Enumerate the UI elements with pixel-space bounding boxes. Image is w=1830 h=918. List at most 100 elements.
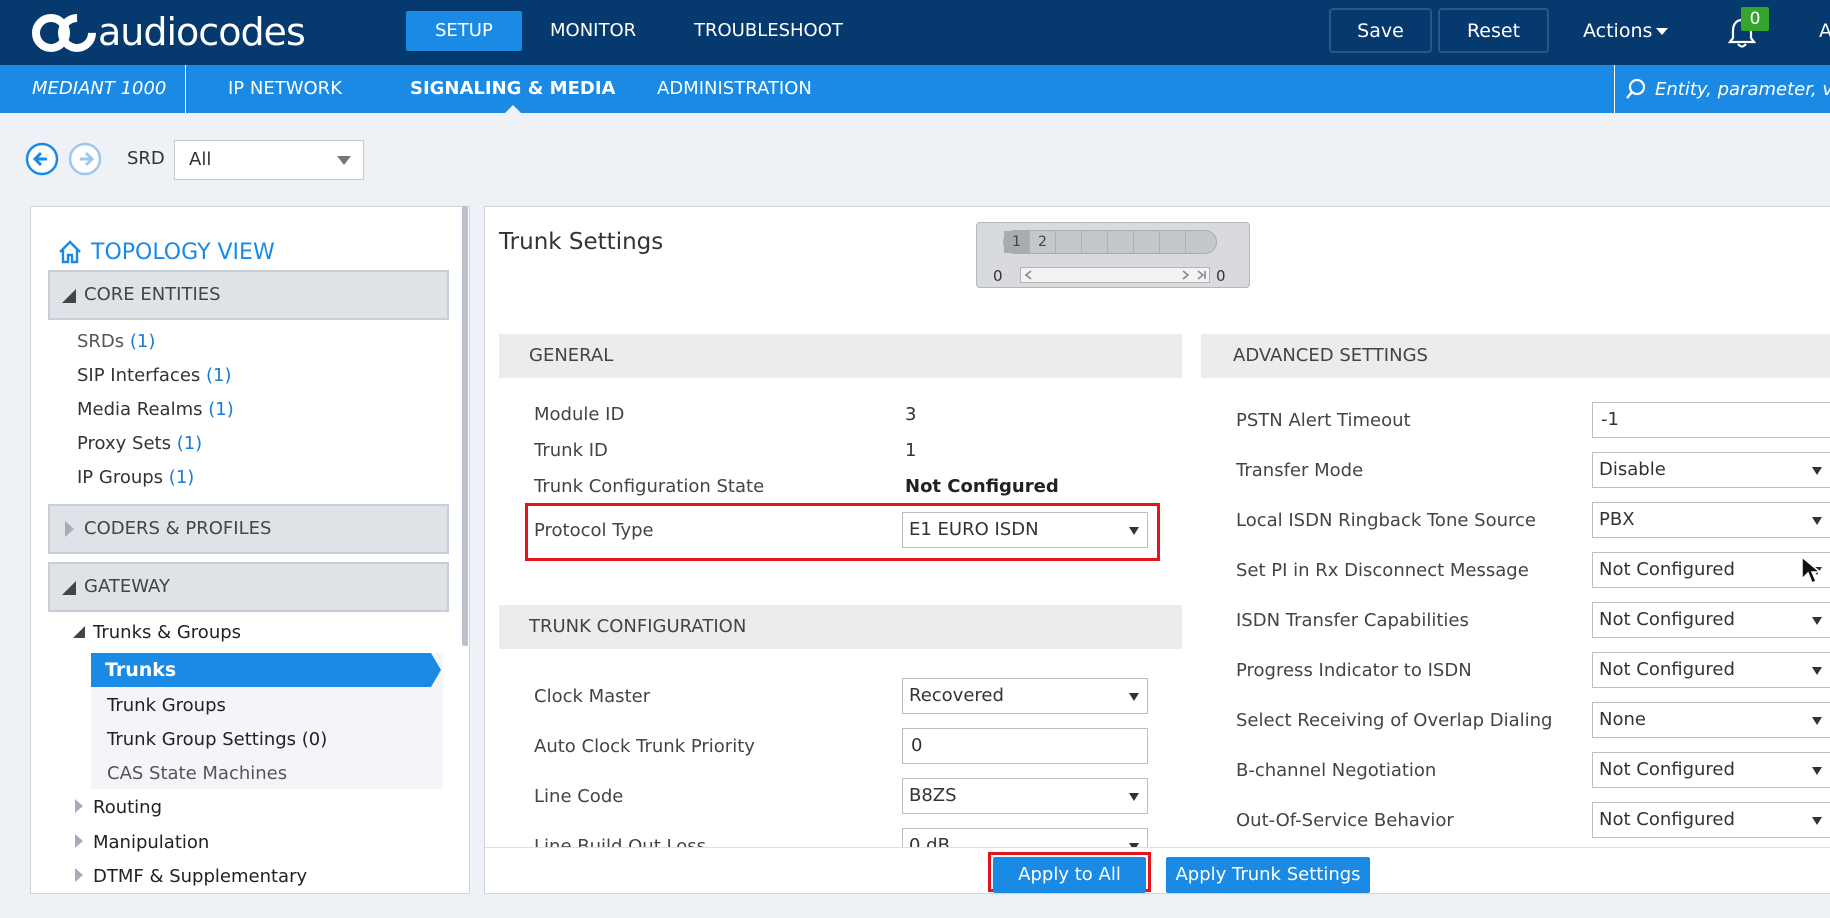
expanded-triangle-icon (62, 289, 76, 303)
tree-item-label: Proxy Sets (77, 433, 171, 454)
srd-label: SRD (127, 148, 165, 169)
tree-item-dtmf-supplementary[interactable]: DTMF & Supplementary (75, 866, 307, 887)
tree-item-count: (1) (168, 467, 195, 488)
dropdown-arrow-icon (1129, 793, 1139, 801)
overlap-dialing-select[interactable]: None (1592, 702, 1830, 738)
tree-item-srds[interactable]: SRDs (1) (77, 331, 155, 352)
clock-master-select[interactable]: Recovered (902, 678, 1148, 714)
dropdown-arrow-icon (1812, 617, 1822, 625)
trunk-cell[interactable] (1056, 231, 1082, 253)
tree-item-ip-groups[interactable]: IP Groups (1) (77, 467, 194, 488)
search-box (1614, 65, 1830, 113)
back-arrow-icon[interactable] (25, 142, 59, 176)
srd-select[interactable]: All (174, 140, 364, 180)
tab-signaling-media[interactable]: SIGNALING & MEDIA (410, 65, 615, 114)
line-code-select[interactable]: B8ZS (902, 778, 1148, 814)
tree-item-trunks-groups[interactable]: Trunks & Groups (73, 622, 241, 643)
advanced-settings-section-header: ADVANCED SETTINGS (1201, 334, 1830, 378)
general-section-header: GENERAL (499, 334, 1182, 378)
save-button[interactable]: Save (1329, 8, 1432, 53)
scroll-right-icon[interactable] (1179, 270, 1191, 280)
apply-to-all-trunks-button[interactable]: Apply to All Trunks (993, 857, 1146, 893)
tree-item-trunk-group-settings[interactable]: Trunk Group Settings (0) (107, 729, 327, 750)
dropdown-arrow-icon (337, 156, 351, 165)
tab-setup[interactable]: SETUP (406, 11, 522, 51)
b-channel-negotiation-label: B-channel Negotiation (1236, 760, 1437, 781)
tree-item-manipulation[interactable]: Manipulation (75, 832, 209, 853)
tab-troubleshoot[interactable]: TROUBLESHOOT (665, 11, 872, 51)
apply-trunk-settings-button[interactable]: Apply Trunk Settings (1166, 857, 1370, 893)
pstn-alert-timeout-input[interactable]: -1 (1592, 402, 1830, 438)
srd-select-value: All (189, 149, 212, 170)
trunk-scrollbar[interactable] (1020, 267, 1210, 283)
tree-item-count: (1) (176, 433, 203, 454)
out-of-service-select[interactable]: Not Configured (1592, 802, 1830, 838)
collapsed-triangle-icon (65, 521, 74, 537)
transfer-mode-label: Transfer Mode (1236, 460, 1364, 481)
tree-item-routing[interactable]: Routing (75, 797, 162, 818)
logo-mark-icon (32, 6, 104, 60)
trunk-cell[interactable] (1160, 231, 1186, 253)
actions-menu[interactable]: Actions (1583, 20, 1669, 42)
ringback-tone-source-select[interactable]: PBX (1592, 502, 1830, 538)
set-pi-disconnect-select[interactable]: Not Configured (1592, 552, 1830, 588)
section-gateway[interactable]: GATEWAY (48, 562, 449, 612)
clock-master-label: Clock Master (534, 686, 651, 707)
section-label: GATEWAY (84, 576, 170, 597)
topology-view-link[interactable]: TOPOLOGY VIEW (57, 239, 275, 265)
tree-item-count: (1) (208, 399, 234, 420)
trunk-config-state-value: Not Configured (905, 476, 1059, 497)
trunk-cell[interactable] (1186, 231, 1212, 253)
line-code-label: Line Code (534, 786, 624, 807)
device-name[interactable]: MEDIANT 1000 (0, 65, 186, 113)
trunk-cell[interactable]: 2 (1030, 231, 1056, 253)
section-coders-profiles[interactable]: CODERS & PROFILES (48, 504, 449, 554)
tree-item-trunk-groups[interactable]: Trunk Groups (107, 695, 226, 716)
tab-ip-network[interactable]: IP NETWORK (228, 65, 342, 113)
scroll-left-icon[interactable] (1023, 270, 1035, 280)
tab-monitor[interactable]: MONITOR (521, 11, 665, 51)
section-label: CODERS & PROFILES (84, 518, 272, 539)
home-icon (59, 240, 81, 264)
forward-arrow-icon[interactable] (68, 142, 102, 176)
reset-button[interactable]: Reset (1438, 8, 1549, 53)
tree-item-proxy-sets[interactable]: Proxy Sets (1) (77, 433, 202, 454)
trunk-config-state-label: Trunk Configuration State (534, 476, 765, 497)
tree-item-sip-interfaces[interactable]: SIP Interfaces (1) (77, 365, 232, 386)
tree-item-cas-state-machines[interactable]: CAS State Machines (107, 763, 287, 784)
dropdown-arrow-icon (1812, 517, 1822, 525)
search-input[interactable] (1655, 73, 1830, 105)
auto-clock-priority-label: Auto Clock Trunk Priority (534, 736, 755, 757)
protocol-type-value: E1 EURO ISDN (909, 519, 1039, 540)
trunk-cell[interactable] (1108, 231, 1134, 253)
trunk-cell[interactable] (1082, 231, 1108, 253)
progress-indicator-select[interactable]: Not Configured (1592, 652, 1830, 688)
isdn-transfer-capabilities-select[interactable]: Not Configured (1592, 602, 1830, 638)
trunk-configuration-section-header: TRUNK CONFIGURATION (499, 605, 1182, 649)
out-of-service-label: Out-Of-Service Behavior (1236, 810, 1454, 831)
left-panel-scrollbar[interactable] (462, 206, 468, 646)
dropdown-arrow-icon (1812, 667, 1822, 675)
section-core-entities[interactable]: CORE ENTITIES (48, 270, 449, 320)
auto-clock-priority-input[interactable]: 0 (902, 728, 1148, 764)
topology-panel: TOPOLOGY VIEW CORE ENTITIES SRDs (1) SIP… (30, 206, 470, 894)
user-menu[interactable]: A (1819, 20, 1830, 42)
tab-administration[interactable]: ADMINISTRATION (657, 65, 812, 113)
transfer-mode-value: Disable (1599, 459, 1666, 480)
tree-item-trunks-selected[interactable]: Trunks (91, 653, 441, 687)
collapsed-triangle-icon (75, 799, 83, 813)
page-title: Trunk Settings (499, 229, 664, 255)
transfer-mode-select[interactable]: Disable (1592, 452, 1830, 488)
tree-item-media-realms[interactable]: Media Realms (1) (77, 399, 234, 420)
module-id-value: 3 (905, 404, 917, 425)
b-channel-negotiation-select[interactable]: Not Configured (1592, 752, 1830, 788)
caret-down-icon (1656, 28, 1669, 35)
trunk-strip: 1 2 (1003, 230, 1217, 254)
dropdown-arrow-icon (1129, 693, 1139, 701)
protocol-type-select[interactable]: E1 EURO ISDN (902, 512, 1148, 548)
scroll-end-icon[interactable] (1195, 270, 1207, 280)
collapsed-triangle-icon (75, 834, 83, 848)
trunk-cell[interactable]: 1 (1004, 231, 1030, 253)
tree-item-label: SIP Interfaces (77, 365, 201, 386)
trunk-cell[interactable] (1134, 231, 1160, 253)
